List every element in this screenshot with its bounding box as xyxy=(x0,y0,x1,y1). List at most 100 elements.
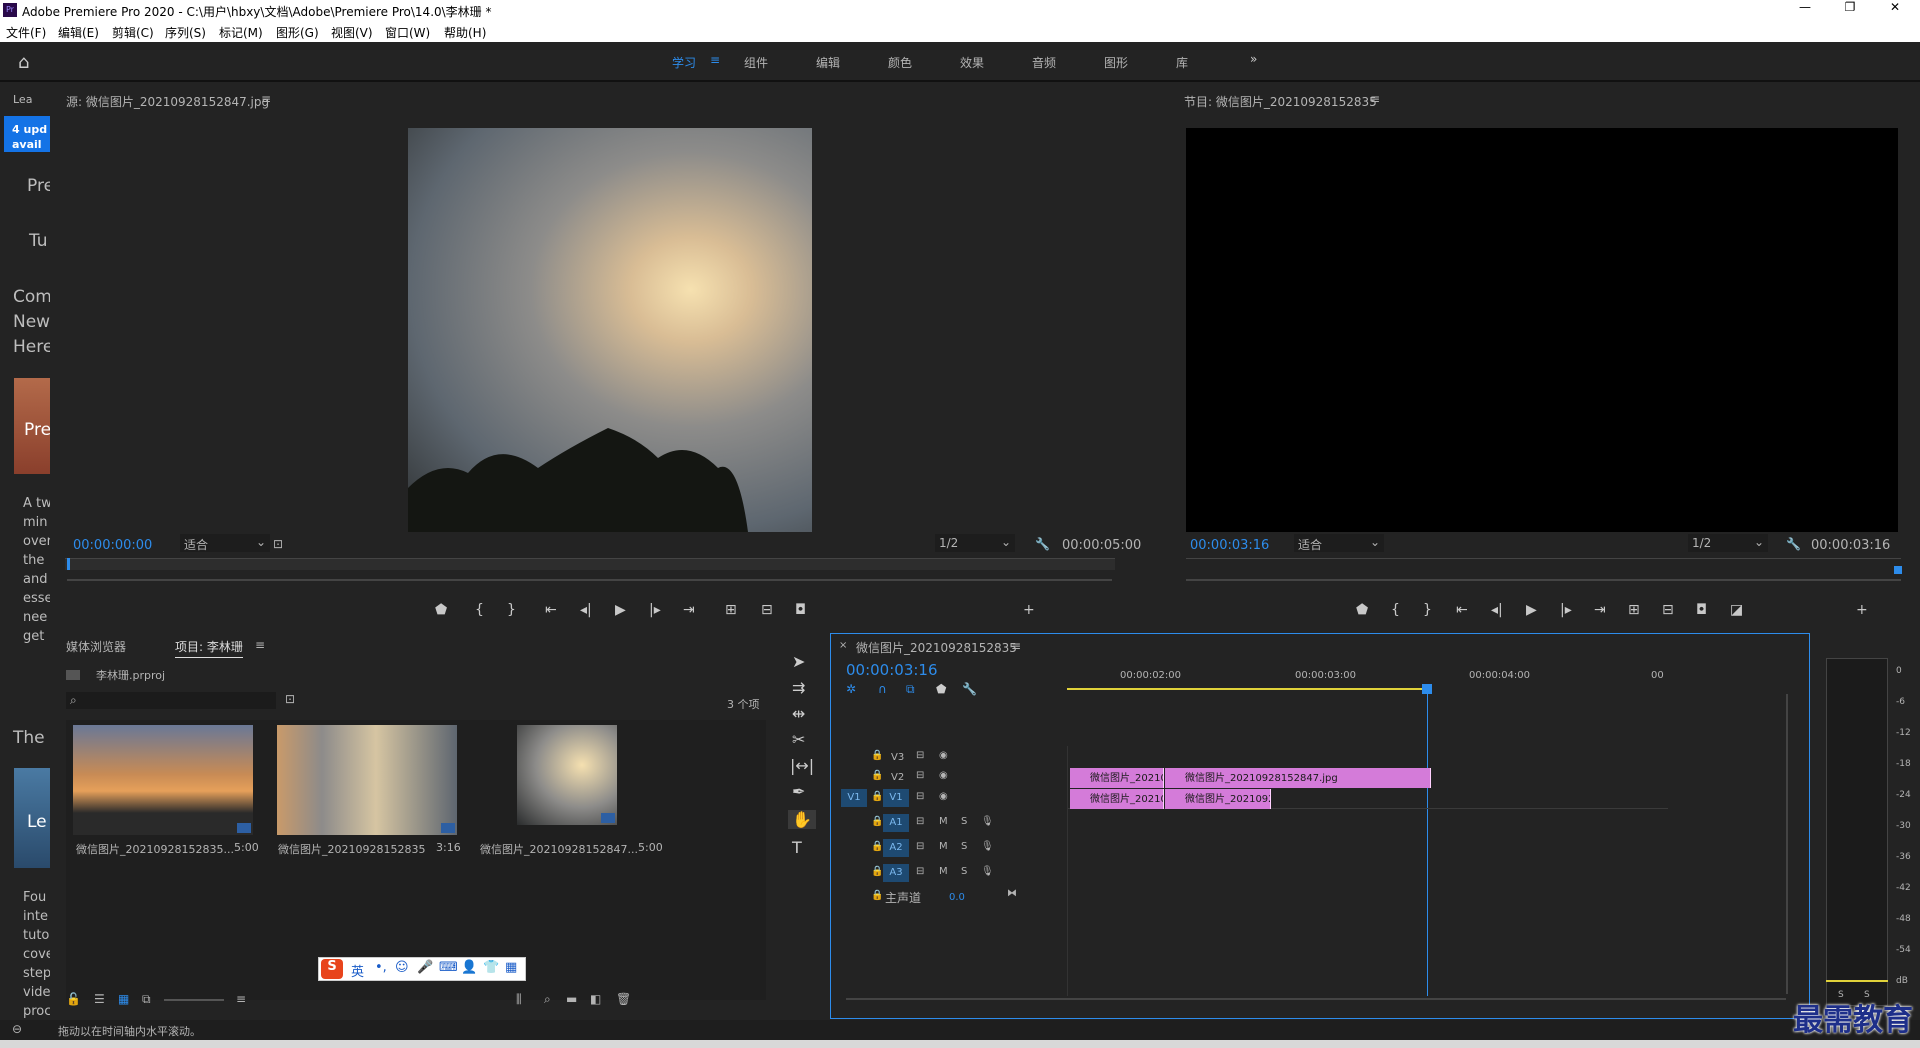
solo-button[interactable]: S xyxy=(961,841,967,852)
compare-icon[interactable]: ◪ xyxy=(1730,602,1743,618)
panel-menu-icon[interactable]: ≡ xyxy=(255,638,265,652)
skin-icon[interactable]: 👕 xyxy=(483,960,499,975)
tab-project[interactable]: 项目: 李林珊 xyxy=(175,638,243,658)
program-playhead[interactable] xyxy=(1894,566,1902,574)
source-patch-v1[interactable]: V1 xyxy=(841,789,867,807)
play-icon[interactable]: ▶ xyxy=(1526,602,1537,618)
play-icon[interactable]: ▶ xyxy=(615,602,626,618)
mark-in-icon[interactable]: { xyxy=(1391,602,1400,618)
clip-v1-a[interactable]: 微信图片_2021092 xyxy=(1070,789,1164,809)
close-button[interactable]: ✕ xyxy=(1885,0,1905,14)
hand-tool-icon[interactable]: ✋ xyxy=(788,810,816,829)
lock-icon[interactable]: 🔒 xyxy=(871,750,883,761)
clip-v1-b[interactable]: 微信图片_202109281 xyxy=(1165,789,1271,809)
program-res-select[interactable]: 1/2 ⌄ xyxy=(1688,534,1768,552)
sync-icon[interactable]: ⊟ xyxy=(916,770,924,781)
source-zoom-scrollbar[interactable] xyxy=(67,579,1112,581)
ime-lang[interactable]: 英 xyxy=(351,961,364,980)
panel-menu-icon[interactable]: ≡ xyxy=(1011,639,1021,653)
clip-v2-a[interactable]: 微信图片_2021092 xyxy=(1070,768,1164,788)
add-button-icon[interactable]: + xyxy=(1023,602,1035,618)
step-forward-icon[interactable]: |▸ xyxy=(1560,602,1572,618)
eye-icon[interactable]: ◉ xyxy=(939,750,948,761)
track-label-a2[interactable]: A2 xyxy=(883,839,909,857)
eye-icon[interactable]: ◉ xyxy=(939,791,948,802)
menu-help[interactable]: 帮助(H) xyxy=(444,24,486,41)
time-ruler[interactable]: 00:00:02:00 00:00:03:00 00:00:04:00 00 xyxy=(1067,662,1767,694)
icon-view-icon[interactable]: ▦ xyxy=(118,992,129,1006)
timeline-timecode[interactable]: 00:00:03:16 xyxy=(846,661,938,679)
source-res-select[interactable]: 1/2 ⌄ xyxy=(935,534,1015,552)
tab-media-browser[interactable]: 媒体浏览器 xyxy=(66,638,126,655)
lock-icon[interactable]: 🔒 xyxy=(871,841,883,852)
vertical-scrollbar[interactable] xyxy=(1786,694,1788,994)
wrench-icon[interactable]: 🔧 xyxy=(962,682,977,696)
sync-icon[interactable]: ⊟ xyxy=(916,791,924,802)
menu-window[interactable]: 窗口(W) xyxy=(385,24,430,41)
program-timecode[interactable]: 00:00:03:16 xyxy=(1190,538,1269,553)
clip-v2-b[interactable]: 微信图片_20210928152847.jpg xyxy=(1165,768,1431,788)
home-icon[interactable]: ⌂ xyxy=(18,52,29,73)
project-item[interactable] xyxy=(277,725,457,835)
menu-file[interactable]: 文件(F) xyxy=(6,24,46,41)
program-time-ruler[interactable] xyxy=(1186,558,1901,570)
workspace-color[interactable]: 颜色 xyxy=(888,54,912,71)
lock-icon[interactable]: 🔓 xyxy=(66,992,81,1006)
mute-button[interactable]: M xyxy=(939,841,948,852)
emoji-icon[interactable]: ☺ xyxy=(395,960,409,975)
step-forward-icon[interactable]: |▸ xyxy=(649,602,661,618)
nest-icon[interactable]: ✲ xyxy=(846,682,856,696)
more-workspaces-icon[interactable]: » xyxy=(1250,52,1257,66)
snap-icon[interactable]: ∩ xyxy=(878,682,887,696)
sort-icon[interactable]: ≡ xyxy=(236,992,246,1006)
step-back-icon[interactable]: ◂| xyxy=(580,602,592,618)
panel-menu-icon[interactable]: ≡ xyxy=(1370,92,1380,106)
mic-icon[interactable]: 🎙 xyxy=(981,816,994,827)
horizontal-scrollbar[interactable] xyxy=(846,998,1786,1000)
wrench-icon[interactable]: 🔧 xyxy=(1786,537,1801,551)
source-time-ruler[interactable] xyxy=(65,558,1115,570)
wrench-icon[interactable]: 🔧 xyxy=(1035,537,1050,551)
lock-icon[interactable]: 🔒 xyxy=(871,791,883,802)
mute-button[interactable]: M xyxy=(939,866,948,877)
pen-tool-icon[interactable]: ✒ xyxy=(792,782,805,801)
timeline-title[interactable]: 微信图片_20210928152835 xyxy=(856,639,1017,656)
toolbox-icon[interactable]: ▦ xyxy=(505,960,517,975)
workspace-libraries[interactable]: 库 xyxy=(1176,54,1188,71)
new-bin-from-search-icon[interactable]: ⊡ xyxy=(285,692,295,706)
sync-icon[interactable]: ⊟ xyxy=(916,750,924,761)
add-button-icon[interactable]: + xyxy=(1856,602,1868,618)
automate-icon[interactable]: ⫼ xyxy=(516,992,522,1007)
lock-icon[interactable]: 🔒 xyxy=(871,866,883,877)
delete-icon[interactable]: 🗑 xyxy=(616,992,631,1006)
panel-menu-icon[interactable]: ≡ xyxy=(261,92,271,106)
sync-icon[interactable]: ⊟ xyxy=(916,866,924,877)
lock-icon[interactable]: 🔒 xyxy=(871,816,883,827)
lift-icon[interactable]: ⊞ xyxy=(1628,602,1640,618)
menu-marker[interactable]: 标记(M) xyxy=(219,24,263,41)
workspace-effects[interactable]: 效果 xyxy=(960,54,984,71)
menu-view[interactable]: 视图(V) xyxy=(331,24,373,41)
update-banner[interactable]: 4 upd avail xyxy=(4,116,50,152)
work-area-bar[interactable] xyxy=(1067,688,1427,690)
camera-icon[interactable]: ◘ xyxy=(1696,602,1707,618)
new-item-icon[interactable]: ◧ xyxy=(590,992,601,1006)
camera-icon[interactable]: ◘ xyxy=(795,602,806,618)
mute-button[interactable]: M xyxy=(939,816,948,827)
program-zoom-scrollbar[interactable] xyxy=(1186,579,1901,581)
workspace-editing[interactable]: 编辑 xyxy=(816,54,840,71)
mic-icon[interactable]: 🎙 xyxy=(981,866,994,877)
program-title[interactable]: 节目: 微信图片_20210928152835 xyxy=(1184,93,1377,110)
new-bin-icon[interactable]: ▬ xyxy=(566,992,577,1006)
user-icon[interactable]: 👤 xyxy=(461,960,477,975)
workspace-graphics[interactable]: 图形 xyxy=(1104,54,1128,71)
solo-button[interactable]: S xyxy=(961,816,967,827)
menu-edit[interactable]: 编辑(E) xyxy=(58,24,99,41)
master-value[interactable]: 0.0 xyxy=(949,892,965,903)
menu-sequence[interactable]: 序列(S) xyxy=(165,24,206,41)
extract-icon[interactable]: ⊟ xyxy=(1662,602,1674,618)
sync-icon[interactable]: ⊟ xyxy=(916,841,924,852)
learn-item[interactable]: Pre xyxy=(27,176,50,196)
learn-tab[interactable]: Lea xyxy=(13,93,32,106)
type-tool-icon[interactable]: T xyxy=(792,838,802,857)
